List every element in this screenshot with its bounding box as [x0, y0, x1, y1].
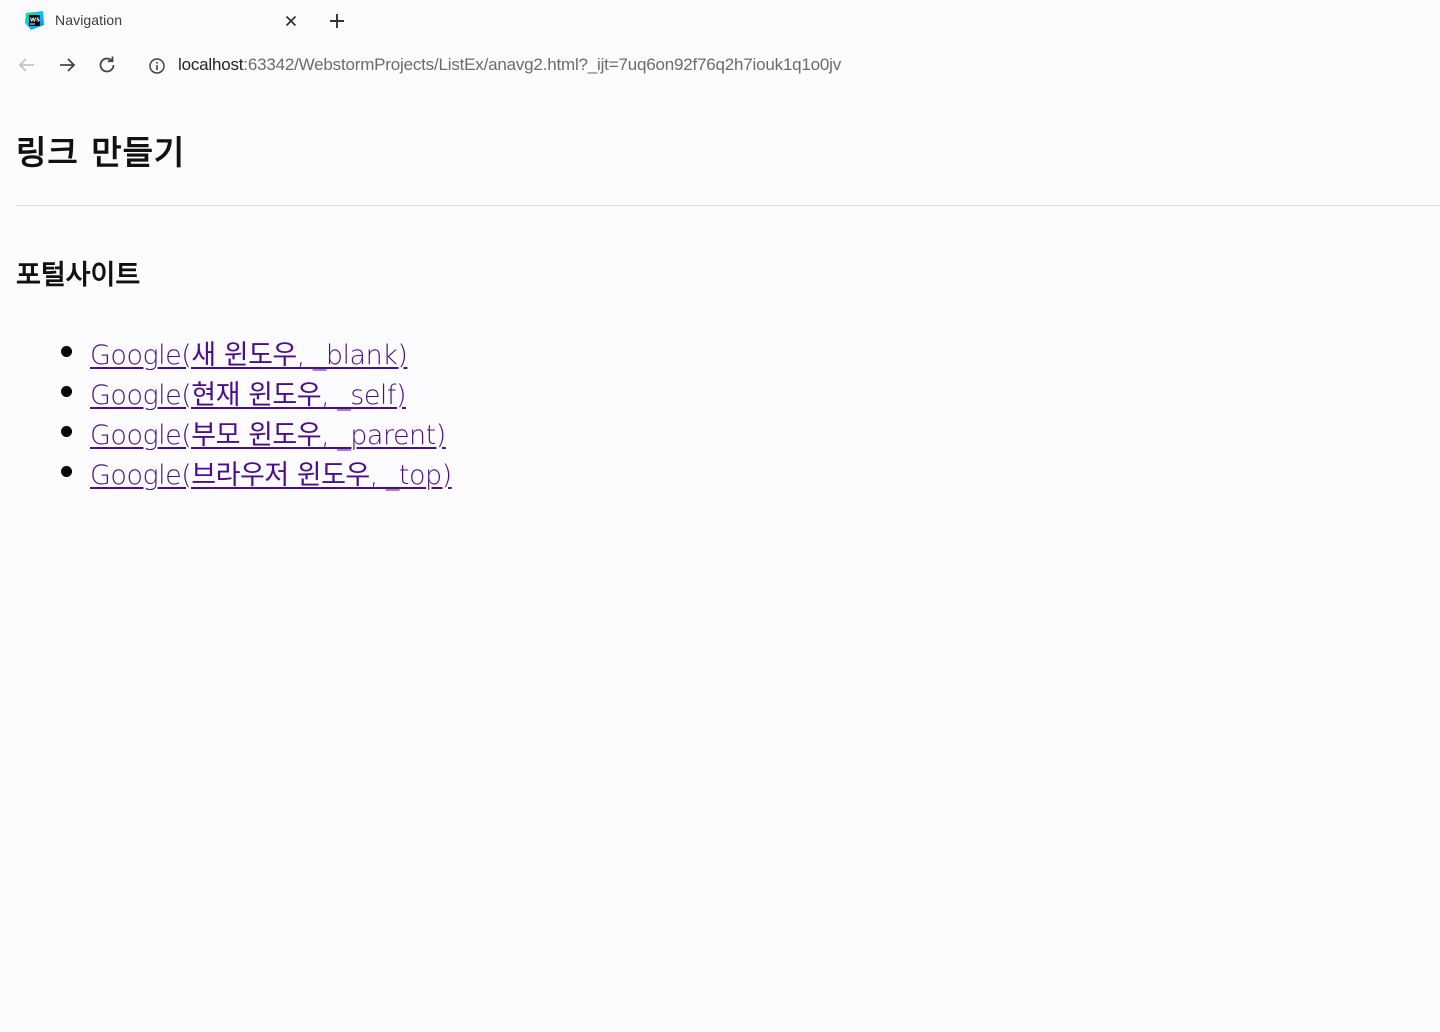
url-host: localhost [178, 55, 244, 74]
page-content: 링크 만들기 포털사이트 Google(새 윈도우, _blank) Googl… [0, 88, 1440, 1032]
bullet-icon [61, 466, 72, 477]
link-google-blank[interactable]: Google(새 윈도우, _blank) [90, 333, 408, 372]
page-title: 링크 만들기 [16, 133, 186, 172]
bullet-icon [61, 386, 72, 397]
plus-icon[interactable] [327, 11, 347, 31]
bullet-icon [61, 346, 72, 357]
horizontal-rule [15, 205, 1440, 206]
url-path: :63342/WebstormProjects/ListEx/anavg2.ht… [243, 55, 842, 74]
info-icon[interactable] [148, 57, 166, 75]
svg-text:WS: WS [30, 18, 40, 24]
reload-icon[interactable] [95, 53, 119, 77]
bullet-icon [61, 426, 72, 437]
link-google-self[interactable]: Google(현재 윈도우, _self) [90, 373, 406, 412]
browser-toolbar: localhost:63342/WebstormProjects/ListEx/… [0, 42, 1440, 88]
browser-tab[interactable]: WS Navigation [14, 4, 308, 38]
forward-arrow-icon[interactable] [55, 53, 79, 77]
address-bar[interactable]: localhost:63342/WebstormProjects/ListEx/… [138, 48, 1428, 82]
url-text[interactable]: localhost:63342/WebstormProjects/ListEx/… [178, 55, 841, 75]
link-google-parent[interactable]: Google(부모 윈도우, _parent) [90, 413, 446, 452]
link-google-top[interactable]: Google(브라우저 윈도우, _top) [90, 453, 452, 492]
back-arrow-icon[interactable] [15, 53, 39, 77]
webstorm-icon: WS [25, 11, 44, 30]
section-title: 포털사이트 [16, 260, 141, 291]
tab-strip: WS Navigation [0, 0, 1440, 42]
tab-title: Navigation [55, 12, 123, 28]
close-icon[interactable] [282, 12, 300, 30]
